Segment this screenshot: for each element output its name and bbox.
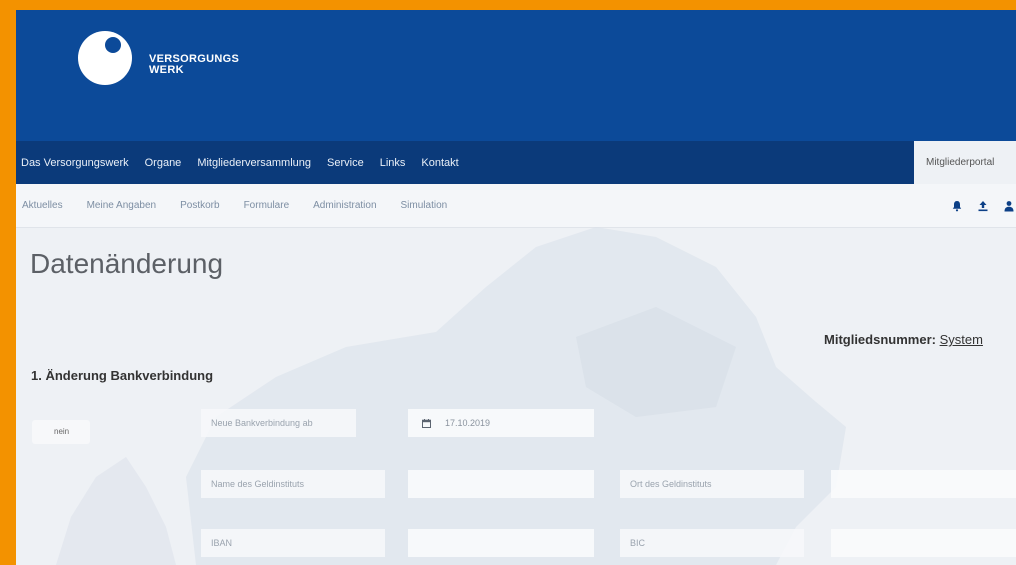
subnav-item-postkorb[interactable]: Postkorb <box>168 200 231 211</box>
bic-input[interactable] <box>831 529 1016 557</box>
nav-item-service[interactable]: Service <box>319 157 372 169</box>
nav-item-links[interactable]: Links <box>372 157 414 169</box>
tab-mitgliederportal[interactable]: Mitgliederportal <box>914 141 1016 184</box>
date-value: 17.10.2019 <box>445 418 491 428</box>
date-field[interactable]: 17.10.2019 <box>408 409 594 437</box>
subnav-item-administration[interactable]: Administration <box>301 200 388 211</box>
bank-name-input[interactable] <box>408 470 594 498</box>
bank-change-toggle[interactable]: nein <box>32 420 90 444</box>
bic-label: BIC <box>620 529 804 557</box>
brand-line-2: WERK <box>149 64 184 76</box>
subnav-item-meine-angaben[interactable]: Meine Angaben <box>75 200 169 211</box>
nav-item-versorgungswerk[interactable]: Das Versorgungswerk <box>16 157 137 169</box>
new-bank-from-label: Neue Bankverbindung ab <box>201 409 356 437</box>
brand-name: VERSORGUNGS WERK <box>149 54 239 76</box>
iban-input[interactable] <box>408 529 594 557</box>
nav-item-organe[interactable]: Organe <box>137 157 190 169</box>
nav-item-mitgliederversammlung[interactable]: Mitgliederversammlung <box>189 157 319 169</box>
bell-icon[interactable] <box>950 199 964 213</box>
bank-location-input[interactable] <box>831 470 1016 498</box>
nav-item-kontakt[interactable]: Kontakt <box>413 157 466 169</box>
subnav-item-aktuelles[interactable]: Aktuelles <box>16 200 75 211</box>
page-title: Datenänderung <box>30 248 224 279</box>
site-header: VERSORGUNGS WERK <box>16 10 1016 141</box>
section-title: 1. Änderung Bankverbindung <box>31 368 214 383</box>
user-icon[interactable] <box>1002 199 1016 213</box>
bank-name-label: Name des Geldinstituts <box>201 470 385 498</box>
iban-label: IBAN <box>201 529 385 557</box>
calendar-icon <box>422 418 431 428</box>
browser-frame: VERSORGUNGS WERK Das Versorgungswerk Org… <box>16 10 1016 565</box>
sub-navigation: Aktuelles Meine Angaben Postkorb Formula… <box>16 184 1016 228</box>
logo-icon <box>78 31 132 85</box>
member-number-value[interactable]: System <box>940 332 983 347</box>
subnav-item-formulare[interactable]: Formulare <box>232 200 302 211</box>
member-number-label: Mitgliedsnummer: <box>824 332 936 347</box>
subnav-item-simulation[interactable]: Simulation <box>389 200 460 211</box>
bank-location-label: Ort des Geldinstituts <box>620 470 804 498</box>
member-number: Mitgliedsnummer: System <box>824 332 983 347</box>
upload-icon[interactable] <box>976 199 990 213</box>
top-navigation: Das Versorgungswerk Organe Mitgliederver… <box>16 141 1016 184</box>
